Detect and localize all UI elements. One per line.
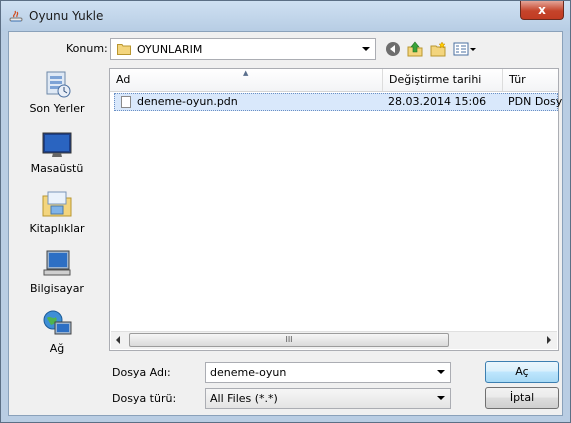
place-masaustu[interactable]: Masaüstü	[13, 128, 101, 186]
title-bar[interactable]: Oyunu Yukle x	[1, 1, 570, 31]
folder-icon	[117, 44, 131, 55]
look-in-label: Konum:	[66, 42, 108, 55]
column-header-row: Ad ▲ Değiştirme tarihi Tür	[110, 69, 558, 92]
new-folder-button[interactable]	[429, 40, 447, 58]
new-folder-icon	[430, 41, 446, 57]
horizontal-scrollbar[interactable]: III	[111, 331, 557, 349]
view-menu-button[interactable]	[453, 40, 477, 58]
filetype-value: All Files (*.*)	[210, 392, 278, 405]
filetype-select[interactable]: All Files (*.*)	[205, 388, 451, 409]
filename-value: deneme-oyun	[210, 366, 287, 379]
desktop-icon	[42, 132, 72, 157]
window-title: Oyunu Yukle	[29, 9, 104, 23]
chevron-down-icon[interactable]	[437, 396, 445, 400]
place-label: Ağ	[49, 342, 65, 355]
filename-label: Dosya Adı:	[112, 366, 171, 379]
filetype-label: Dosya türü:	[112, 392, 177, 405]
place-label: Bilgisayar	[30, 282, 84, 295]
close-icon: x	[538, 3, 546, 17]
scroll-left-icon[interactable]	[116, 336, 120, 344]
column-header-modified[interactable]: Değiştirme tarihi	[383, 69, 503, 91]
table-row[interactable]: deneme-oyun.pdn 28.03.2014 15:06 PDN Dos…	[114, 93, 562, 111]
file-modified: 28.03.2014 15:06	[388, 95, 487, 108]
place-label: Kitaplıklar	[29, 222, 85, 235]
chevron-down-icon[interactable]	[362, 47, 370, 51]
file-type: PDN Dosy	[508, 95, 563, 108]
view-menu-icon	[453, 42, 476, 56]
scroll-right-icon[interactable]	[547, 336, 551, 344]
sort-ascending-icon: ▲	[243, 69, 249, 77]
look-in-value: OYUNLARIM	[137, 43, 203, 56]
close-button[interactable]: x	[520, 1, 564, 20]
place-label: Masaüstü	[30, 162, 84, 175]
computer-icon	[43, 250, 71, 276]
place-bilgisayar[interactable]: Bilgisayar	[13, 248, 101, 306]
libraries-icon	[42, 191, 72, 217]
place-label: Son Yerler	[29, 102, 85, 115]
java-app-icon	[9, 10, 23, 22]
back-icon	[386, 42, 400, 56]
file-list[interactable]: Ad ▲ Değiştirme tarihi Tür deneme-oyun.p…	[109, 68, 562, 351]
chevron-down-icon[interactable]	[437, 370, 445, 374]
filename-input[interactable]: deneme-oyun	[205, 362, 451, 383]
place-kitapliklar[interactable]: Kitaplıklar	[13, 188, 101, 246]
back-button[interactable]	[384, 40, 402, 58]
look-in-combobox[interactable]: OYUNLARIM	[110, 38, 376, 60]
up-folder-icon	[407, 41, 423, 57]
network-icon	[43, 310, 72, 335]
place-son-yerler[interactable]: Son Yerler	[13, 68, 101, 126]
recent-places-icon	[46, 71, 71, 98]
up-folder-button[interactable]	[406, 40, 424, 58]
scrollbar-thumb[interactable]: III	[129, 333, 449, 347]
open-button[interactable]: Aç	[485, 361, 559, 383]
column-header-type[interactable]: Tür	[503, 69, 558, 91]
cancel-button[interactable]: İptal	[485, 387, 559, 409]
file-icon	[121, 96, 131, 108]
open-file-dialog: Oyunu Yukle x Konum: OYUNLARIM Son Yerle…	[0, 0, 571, 423]
dialog-body: Konum: OYUNLARIM Son Yerler Masaüstü Kit…	[8, 31, 563, 416]
place-ag[interactable]: Ağ	[13, 308, 101, 366]
file-name: deneme-oyun.pdn	[137, 95, 238, 108]
places-bar: Son Yerler Masaüstü Kitaplıklar Bilgisay…	[13, 68, 101, 368]
scroll-grip-icon: III	[285, 335, 293, 344]
